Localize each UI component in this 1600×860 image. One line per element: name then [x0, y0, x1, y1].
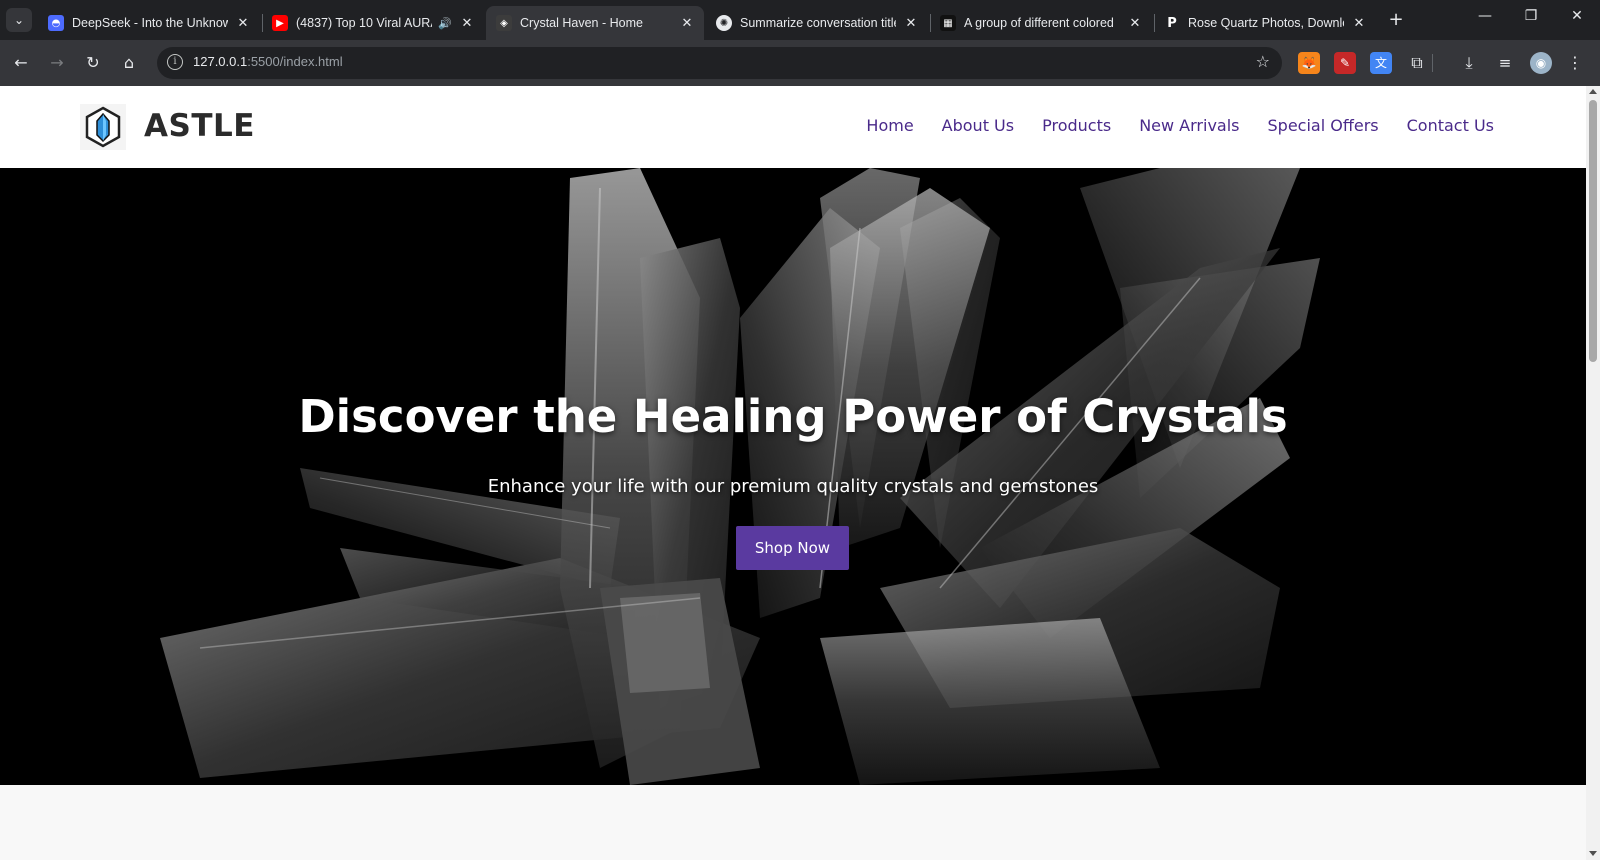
translate-extension-icon[interactable]: 文	[1370, 52, 1392, 74]
scrollbar-thumb[interactable]	[1589, 100, 1597, 362]
brand-name[interactable]: ASTLE	[144, 108, 255, 144]
site-header: ASTLE Home About Us Products New Arrival…	[0, 86, 1586, 168]
site-info-icon[interactable]: i	[167, 54, 183, 70]
restore-icon[interactable]: ❐	[1516, 8, 1546, 24]
scroll-up-arrow-icon[interactable]	[1589, 89, 1597, 94]
browser-tab-strip: ⌄ ◓ DeepSeek - Into the Unknown ✕ ▶ (483…	[0, 0, 1600, 40]
tab-image-search[interactable]: ▦ A group of different colored ✕	[930, 6, 1152, 40]
home-icon[interactable]: ⌂	[116, 50, 142, 76]
back-arrow-icon[interactable]: ←	[8, 50, 34, 76]
download-icon[interactable]: ⤓	[1458, 52, 1480, 74]
tab-search-icon[interactable]: ⌄	[6, 8, 32, 32]
tab-pexels[interactable]: P Rose Quartz Photos, Downlo ✕	[1154, 6, 1376, 40]
extensions-puzzle-icon[interactable]: ⧉	[1406, 52, 1428, 74]
minimize-icon[interactable]: —	[1470, 8, 1500, 24]
chatgpt-icon: ✺	[716, 15, 732, 31]
close-icon[interactable]: ✕	[460, 16, 474, 31]
close-icon[interactable]: ✕	[680, 16, 694, 31]
url-text[interactable]: 127.0.0.1:5500/index.html	[193, 54, 343, 69]
address-bar[interactable]: i 127.0.0.1:5500/index.html ☆	[157, 47, 1282, 79]
scroll-down-arrow-icon[interactable]	[1589, 851, 1597, 856]
tab-deepseek[interactable]: ◓ DeepSeek - Into the Unknown ✕	[38, 6, 260, 40]
profile-avatar-icon[interactable]: ◉	[1530, 52, 1552, 74]
pen-extension-icon[interactable]: ✎	[1334, 52, 1356, 74]
crystal-logo-icon[interactable]	[80, 104, 126, 150]
shop-now-button[interactable]: Shop Now	[736, 526, 849, 570]
tab-chatgpt[interactable]: ✺ Summarize conversation title ✕	[706, 6, 928, 40]
metamask-extension-icon[interactable]: 🦊	[1298, 52, 1320, 74]
youtube-icon: ▶	[272, 15, 288, 31]
tab-title: DeepSeek - Into the Unknown	[72, 16, 228, 30]
tab-title: A group of different colored	[964, 16, 1114, 30]
forward-arrow-icon[interactable]: →	[44, 50, 70, 76]
nav-special-offers[interactable]: Special Offers	[1268, 116, 1379, 135]
tab-title: Summarize conversation title	[740, 16, 896, 30]
hero-section: Discover the Healing Power of Crystals E…	[0, 168, 1586, 785]
reload-icon[interactable]: ↻	[80, 50, 106, 76]
hero-subtitle: Enhance your life with our premium quali…	[487, 476, 1099, 497]
nav-home[interactable]: Home	[866, 116, 913, 135]
main-nav: Home About Us Products New Arrivals Spec…	[866, 116, 1494, 135]
menu-kebab-icon[interactable]: ⋮	[1564, 52, 1586, 74]
deepseek-icon: ◓	[48, 15, 64, 31]
tab-youtube[interactable]: ▶ (4837) Top 10 Viral AURA 🔊 ✕	[262, 6, 484, 40]
window-close-icon[interactable]: ✕	[1562, 8, 1592, 24]
browser-toolbar: ← → ↻ ⌂ i 127.0.0.1:5500/index.html ☆ 🦊 …	[0, 40, 1600, 86]
close-icon[interactable]: ✕	[1352, 16, 1366, 31]
site-icon: ◈	[496, 15, 512, 31]
tab-title: (4837) Top 10 Viral AURA	[296, 16, 433, 30]
page-scrollbar[interactable]	[1586, 86, 1600, 860]
pexels-icon: P	[1167, 15, 1177, 31]
bookmark-star-icon[interactable]: ☆	[1256, 52, 1270, 71]
hero-title: Discover the Healing Power of Crystals	[298, 390, 1288, 443]
tab-crystal-haven[interactable]: ◈ Crystal Haven - Home ✕	[486, 6, 704, 40]
new-tab-plus-icon[interactable]: +	[1385, 9, 1407, 30]
speaker-icon[interactable]: 🔊	[438, 17, 452, 30]
media-queue-icon[interactable]: ≡	[1494, 52, 1516, 74]
close-icon[interactable]: ✕	[1128, 16, 1142, 31]
url-host: 127.0.0.1	[193, 54, 248, 69]
nav-about-us[interactable]: About Us	[942, 116, 1014, 135]
close-icon[interactable]: ✕	[236, 16, 250, 31]
toolbar-separator	[1432, 54, 1433, 72]
page-viewport: ASTLE Home About Us Products New Arrival…	[0, 86, 1586, 860]
nav-new-arrivals[interactable]: New Arrivals	[1139, 116, 1239, 135]
tab-title: Crystal Haven - Home	[520, 16, 643, 30]
close-icon[interactable]: ✕	[904, 16, 918, 31]
tab-title: Rose Quartz Photos, Downlo	[1188, 16, 1344, 30]
nav-contact-us[interactable]: Contact Us	[1407, 116, 1494, 135]
image-icon: ▦	[940, 15, 956, 31]
nav-products[interactable]: Products	[1042, 116, 1111, 135]
url-path: :5500/index.html	[247, 54, 343, 69]
